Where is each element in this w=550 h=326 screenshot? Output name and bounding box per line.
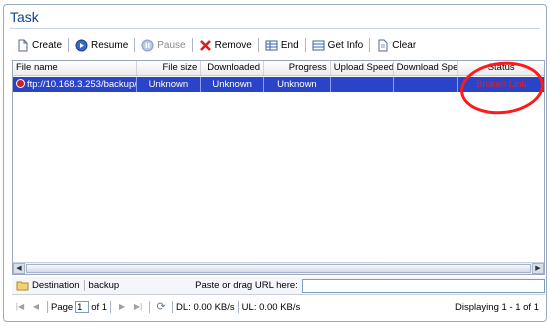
pager-separator: [47, 301, 48, 313]
paging-toolbar: |◀ ◀ Page of 1 ▶ ▶| ⟳ DL: 0.00 KB/s UL: …: [12, 298, 545, 316]
column-header-progress[interactable]: Progress: [264, 61, 331, 75]
column-header-file-name[interactable]: File name: [13, 61, 137, 75]
create-label: Create: [32, 39, 63, 51]
refresh-icon[interactable]: ⟳: [155, 301, 167, 313]
toolbar-separator: [191, 38, 193, 52]
title-divider: [10, 28, 540, 29]
pause-button[interactable]: Pause: [137, 36, 189, 54]
error-status-icon: [16, 79, 25, 88]
destination-label: Destination: [32, 280, 80, 291]
task-window: Task Create Resume Pause Remove End Get …: [3, 4, 547, 322]
remove-label: Remove: [214, 39, 252, 51]
scroll-right-arrow-icon[interactable]: ▶: [532, 263, 544, 274]
play-icon: [75, 39, 88, 52]
remove-button[interactable]: Remove: [195, 36, 256, 54]
url-input[interactable]: [301, 278, 545, 293]
destination-value: backup: [83, 280, 124, 291]
clear-label: Clear: [392, 39, 417, 51]
resume-button[interactable]: Resume: [71, 36, 132, 54]
download-speed-readout: DL: 0.00 KB/s: [176, 301, 235, 313]
file-name-text: ftp://10.168.3.253/backup/: [27, 79, 137, 90]
cell-upload-speed: [331, 77, 394, 92]
toolbar-separator: [369, 38, 371, 52]
toolbar-separator: [257, 38, 259, 52]
pause-label: Pause: [157, 39, 186, 51]
pause-icon: [141, 39, 154, 52]
window-title: Task: [10, 9, 39, 25]
document-icon: [16, 39, 29, 52]
next-page-icon[interactable]: ▶: [116, 301, 128, 313]
end-button[interactable]: End: [261, 36, 303, 54]
column-header-file-size[interactable]: File size: [137, 61, 202, 75]
scrollbar-thumb[interactable]: [26, 264, 531, 273]
folder-icon: [16, 279, 29, 292]
toolbar-separator: [304, 38, 306, 52]
destination-bar: Destination backup Paste or drag URL her…: [12, 277, 545, 295]
scroll-left-arrow-icon[interactable]: ◀: [13, 263, 25, 274]
get-info-button[interactable]: Get Info: [308, 36, 368, 54]
pager-separator: [172, 301, 174, 313]
pager-separator: [110, 301, 112, 313]
pager-separator: [237, 301, 239, 313]
clear-button[interactable]: Clear: [372, 36, 420, 54]
toolbar-separator: [134, 38, 136, 52]
column-header-download-speed[interactable]: Download Speed: [394, 61, 459, 75]
cell-file-size: Unknown: [137, 77, 202, 92]
cell-progress: Unknown: [264, 77, 331, 92]
toolbar-separator: [68, 38, 70, 52]
pager-separator: [149, 301, 151, 313]
end-label: End: [280, 39, 299, 51]
resume-label: Resume: [91, 39, 129, 51]
info-grid-icon: [312, 39, 325, 52]
previous-page-icon[interactable]: ◀: [30, 301, 42, 313]
page-label: Page: [51, 301, 74, 313]
cell-downloaded: Unknown: [201, 77, 265, 92]
first-page-icon[interactable]: |◀: [14, 301, 26, 313]
horizontal-scrollbar[interactable]: ◀ ▶: [13, 262, 544, 274]
table-icon: [265, 39, 278, 52]
paste-url-label: Paste or drag URL here:: [195, 280, 298, 291]
red-x-icon: [199, 39, 212, 52]
column-header-upload-speed[interactable]: Upload Speed: [331, 61, 394, 75]
cell-download-speed: [394, 77, 459, 92]
page-count-label: of 1: [91, 301, 108, 313]
destination-button[interactable]: Destination: [12, 279, 84, 292]
page-number-input[interactable]: [75, 301, 90, 313]
get-info-label: Get Info: [327, 39, 364, 51]
clear-document-icon: [376, 39, 389, 52]
last-page-icon[interactable]: ▶|: [132, 301, 144, 313]
toolbar: Create Resume Pause Remove End Get Info …: [12, 35, 538, 55]
upload-speed-readout: UL: 0.00 KB/s: [241, 301, 301, 313]
cell-file-name: ftp://10.168.3.253/backup/: [13, 77, 137, 92]
create-button[interactable]: Create: [12, 36, 66, 54]
grid-header: File name File size Downloaded Progress …: [13, 61, 544, 76]
column-header-downloaded[interactable]: Downloaded: [201, 61, 265, 75]
displaying-count: Displaying 1 - 1 of 1: [455, 301, 539, 313]
